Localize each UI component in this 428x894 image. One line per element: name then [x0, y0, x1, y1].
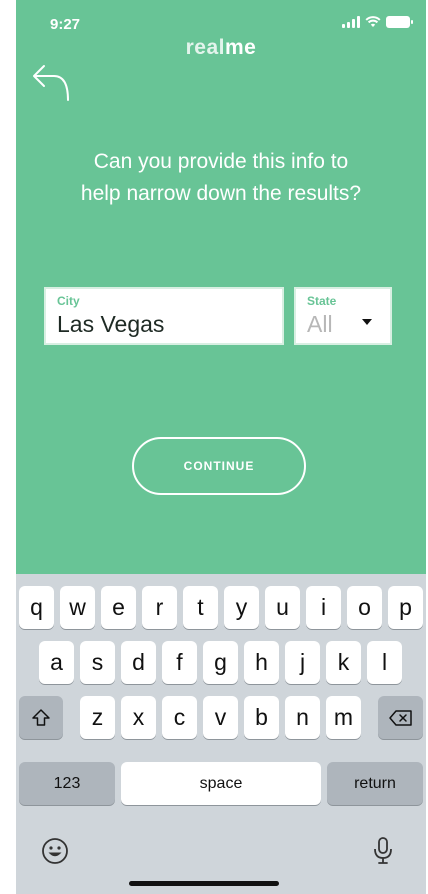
key-q[interactable]: q [19, 586, 54, 629]
key-r[interactable]: r [142, 586, 177, 629]
space-key[interactable]: space [121, 762, 321, 805]
key-l[interactable]: l [367, 641, 402, 684]
numbers-key[interactable]: 123 [19, 762, 115, 805]
signal-icon [342, 16, 360, 28]
state-value: All [307, 311, 333, 337]
shift-icon [32, 708, 50, 726]
key-t[interactable]: t [183, 586, 218, 629]
home-indicator [129, 881, 279, 886]
return-key[interactable]: return [327, 762, 423, 805]
continue-button[interactable]: CONTINUE [132, 437, 306, 495]
keyboard: q w e r t y u i o p a s d f g h j k l z … [16, 574, 426, 894]
backspace-icon [388, 709, 412, 726]
key-k[interactable]: k [326, 641, 361, 684]
state-label: State [307, 294, 337, 308]
shift-key[interactable] [19, 696, 63, 739]
prompt-text: Can you provide this info to help narrow… [36, 146, 406, 210]
key-a[interactable]: a [39, 641, 74, 684]
key-y[interactable]: y [224, 586, 259, 629]
key-e[interactable]: e [101, 586, 136, 629]
key-i[interactable]: i [306, 586, 341, 629]
logo-part-bold: me [225, 36, 257, 59]
state-select[interactable]: State All [294, 287, 392, 345]
dropdown-caret-icon [362, 319, 372, 325]
backspace-key[interactable] [378, 696, 423, 739]
key-w[interactable]: w [60, 586, 95, 629]
city-value[interactable]: Las Vegas [57, 311, 164, 338]
key-s[interactable]: s [80, 641, 115, 684]
key-g[interactable]: g [203, 641, 238, 684]
key-d[interactable]: d [121, 641, 156, 684]
battery-icon [386, 16, 413, 28]
key-o[interactable]: o [347, 586, 382, 629]
key-f[interactable]: f [162, 641, 197, 684]
microphone-icon[interactable] [372, 836, 394, 866]
wifi-icon [365, 16, 381, 27]
key-j[interactable]: j [285, 641, 320, 684]
key-b[interactable]: b [244, 696, 279, 739]
app-screen: 9:27 realme Can you provide this info to… [16, 0, 426, 894]
back-button[interactable] [30, 62, 74, 106]
brand-logo: realme [16, 36, 426, 60]
key-u[interactable]: u [265, 586, 300, 629]
status-icons [342, 16, 413, 28]
key-v[interactable]: v [203, 696, 238, 739]
status-time: 9:27 [50, 16, 81, 33]
key-c[interactable]: c [162, 696, 197, 739]
emoji-icon[interactable] [40, 836, 70, 866]
key-n[interactable]: n [285, 696, 320, 739]
key-z[interactable]: z [80, 696, 115, 739]
key-p[interactable]: p [388, 586, 423, 629]
city-field[interactable]: City Las Vegas [44, 287, 284, 345]
prompt-line-1: Can you provide this info to [93, 150, 349, 173]
prompt-line-2: help narrow down the results? [80, 182, 362, 205]
city-label: City [57, 294, 80, 308]
logo-part-light: real [185, 36, 225, 59]
key-m[interactable]: m [326, 696, 361, 739]
back-arrow-icon [33, 65, 69, 101]
key-h[interactable]: h [244, 641, 279, 684]
key-x[interactable]: x [121, 696, 156, 739]
